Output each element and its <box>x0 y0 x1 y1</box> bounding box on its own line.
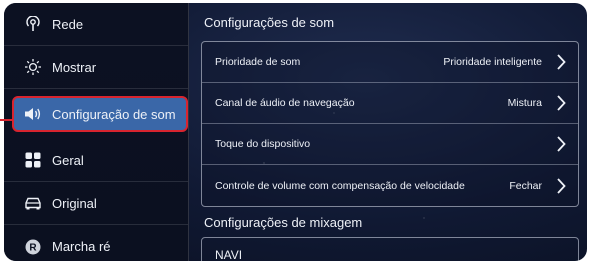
setting-row-device-ringtone[interactable]: Toque do dispositivo <box>202 124 578 165</box>
sidebar-item-label: Rede <box>52 16 84 32</box>
sidebar-item-marcha-re[interactable]: R Marcha ré <box>4 225 188 261</box>
svg-text:R: R <box>29 242 37 253</box>
sound-settings-panel: Prioridade de som Prioridade inteligente… <box>201 41 579 207</box>
setting-row-navigation-audio-channel[interactable]: Canal de áudio de navegação Mistura <box>202 83 578 124</box>
setting-value: Prioridade inteligente <box>443 56 542 68</box>
sidebar: Rede Mostrar Configuração de som Geral O <box>4 3 189 261</box>
chevron-right-icon <box>557 54 566 70</box>
sound-settings-content: Configurações de som Prioridade de som P… <box>200 3 584 261</box>
sidebar-item-label: Mostrar <box>52 59 97 75</box>
mix-item-navi[interactable]: NAVI <box>201 237 579 261</box>
setting-row-sound-priority[interactable]: Prioridade de som Prioridade inteligente <box>202 42 578 83</box>
setting-value: Mistura <box>507 97 542 109</box>
sidebar-item-label: Original <box>52 195 97 211</box>
mix-item-label: NAVI <box>215 248 243 261</box>
sidebar-item-label: Geral <box>52 152 84 168</box>
sun-icon <box>24 58 42 76</box>
sidebar-item-mostrar[interactable]: Mostrar <box>4 46 188 89</box>
speaker-icon <box>24 105 42 123</box>
antenna-icon <box>24 15 42 33</box>
setting-label: Prioridade de som <box>215 56 301 68</box>
sidebar-item-label: Marcha ré <box>52 239 111 254</box>
sidebar-item-original[interactable]: Original <box>4 182 188 225</box>
grid-icon <box>24 151 42 169</box>
section-title-mix: Configurações de mixagem <box>204 215 363 230</box>
sidebar-item-configuracao-de-som[interactable]: Configuração de som <box>12 96 188 132</box>
setting-value: Fechar <box>509 179 542 192</box>
setting-label: Toque do dispositivo <box>215 138 311 150</box>
chevron-right-icon <box>557 136 566 152</box>
annotation-pointer <box>0 119 12 121</box>
setting-row-speed-volume-compensation[interactable]: Controle de volume com compensação de ve… <box>202 165 578 206</box>
setting-label: Controle de volume com compensação de ve… <box>215 179 465 192</box>
sidebar-item-label: Configuração de som <box>52 106 176 122</box>
chevron-right-icon <box>557 95 566 111</box>
setting-label: Canal de áudio de navegação <box>215 97 355 109</box>
sidebar-item-geral[interactable]: Geral <box>4 139 188 182</box>
section-title-sound: Configurações de som <box>204 15 335 30</box>
sidebar-item-rede[interactable]: Rede <box>4 3 188 46</box>
chevron-right-icon <box>557 177 566 194</box>
reverse-r-icon: R <box>24 238 42 256</box>
car-icon <box>24 194 42 212</box>
settings-screen: Rede Mostrar Configuração de som Geral O <box>4 3 587 261</box>
